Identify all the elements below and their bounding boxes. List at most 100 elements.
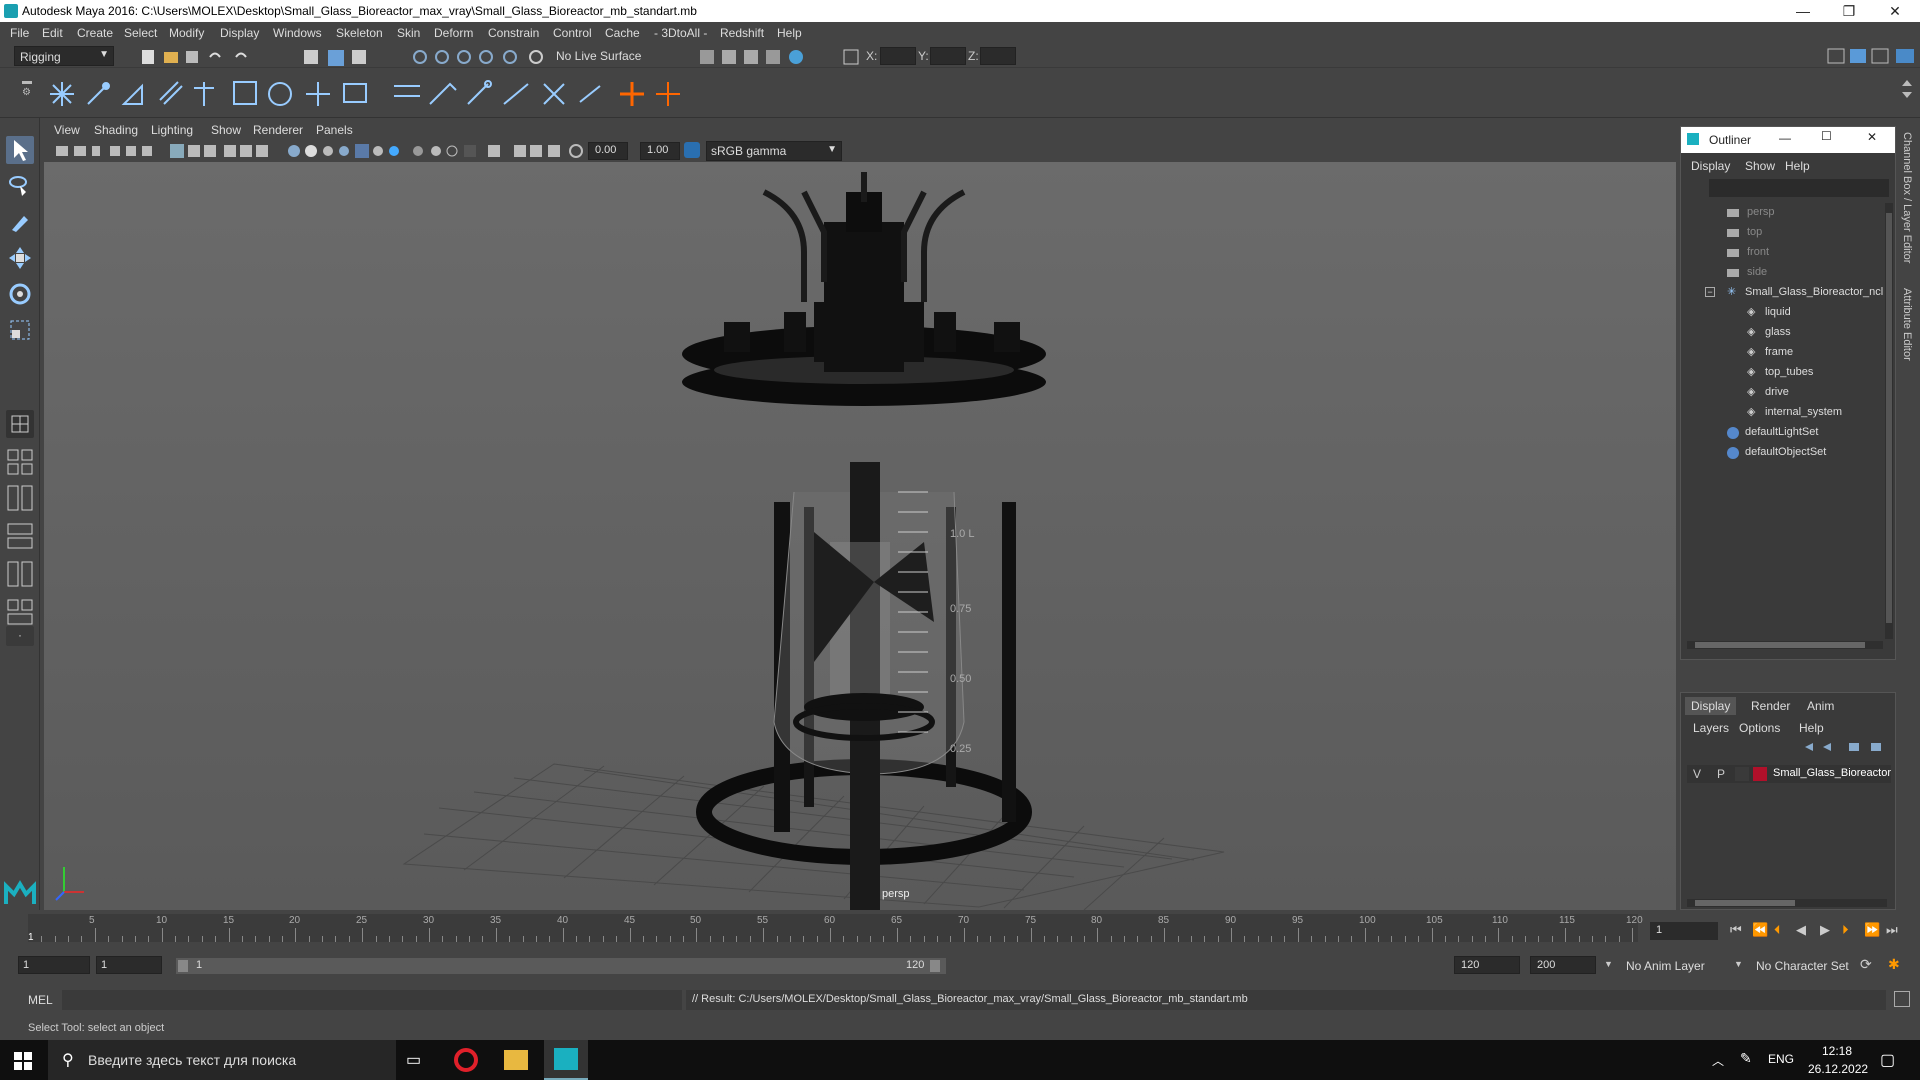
task-view-icon[interactable]: ▭ <box>406 1050 421 1070</box>
chevron-down-icon[interactable]: ▼ <box>1734 959 1743 969</box>
windows-start-icon[interactable] <box>14 1052 32 1070</box>
tab-display[interactable]: Display <box>1685 697 1737 715</box>
y-field[interactable] <box>930 47 966 65</box>
outliner-item-default-object-set[interactable]: defaultObjectSet <box>1681 443 1881 463</box>
perspective-viewport[interactable]: 1.0 L 0.75 0.50 0.25 persp <box>44 162 1676 910</box>
menu-redshift[interactable]: Redshift <box>720 26 764 40</box>
layer-visibility-toggle[interactable]: V <box>1693 767 1701 781</box>
outliner-close-button[interactable]: ✕ <box>1867 130 1877 144</box>
outliner-item-drive[interactable]: ◈ drive <box>1681 383 1881 403</box>
outliner-item-front[interactable]: front <box>1681 243 1881 263</box>
anim-layer-dropdown[interactable]: No Anim Layer <box>1626 959 1705 973</box>
last-tool-icon[interactable] <box>6 410 34 438</box>
range-end-handle[interactable] <box>930 960 940 972</box>
outliner-item-default-light-set[interactable]: defaultLightSet <box>1681 423 1881 443</box>
outliner-menu-help[interactable]: Help <box>1785 159 1810 173</box>
vp-menu-panels[interactable]: Panels <box>316 123 353 137</box>
menu-skin[interactable]: Skin <box>397 26 420 40</box>
chevron-down-icon[interactable]: ▼ <box>1604 959 1613 969</box>
outliner-menu-show[interactable]: Show <box>1745 159 1775 173</box>
z-field[interactable] <box>980 47 1016 65</box>
live-surface-label[interactable]: No Live Surface <box>556 49 641 63</box>
outliner-item-root[interactable]: − ✳ Small_Glass_Bioreactor_ncl <box>1681 283 1895 303</box>
layer-menu-layers[interactable]: Layers <box>1693 721 1729 735</box>
tab-anim[interactable]: Anim <box>1801 697 1840 715</box>
outliner-item-liquid[interactable]: ◈ liquid <box>1681 303 1881 323</box>
vp-menu-renderer[interactable]: Renderer <box>253 123 303 137</box>
step-forward-icon[interactable]: ⏩ <box>1864 922 1880 938</box>
menu-edit[interactable]: Edit <box>42 26 63 40</box>
command-input[interactable] <box>62 990 682 1010</box>
anim-start-field[interactable]: 1 <box>18 956 90 974</box>
outliner-menu-display[interactable]: Display <box>1691 159 1730 173</box>
status-toolbar-icons[interactable] <box>140 48 1220 66</box>
pen-icon[interactable]: ✎ <box>1740 1050 1752 1067</box>
layer-action-icons[interactable] <box>1801 739 1893 755</box>
outliner-item-side[interactable]: side <box>1681 263 1881 283</box>
layer-row[interactable]: V P Small_Glass_Bioreactor <box>1687 765 1891 783</box>
layer-menu-help[interactable]: Help <box>1799 721 1824 735</box>
shelf-tabs-handle[interactable]: ▬ ⚙ <box>22 76 32 112</box>
go-to-end-icon[interactable]: ⏭ <box>1886 922 1898 938</box>
menu-select[interactable]: Select <box>124 26 157 40</box>
outliner-horizontal-scrollbar[interactable] <box>1687 641 1883 649</box>
playback-start-field[interactable]: 1 <box>96 956 162 974</box>
file-explorer-icon[interactable] <box>504 1050 528 1070</box>
vp-menu-show[interactable]: Show <box>211 123 241 137</box>
tab-channel-box[interactable]: Channel Box / Layer Editor <box>1901 132 1913 263</box>
menu-create[interactable]: Create <box>77 26 113 40</box>
taskbar-search-box[interactable]: ⚲ Введите здесь текст для поиска <box>48 1040 396 1080</box>
play-forward-icon[interactable]: ▶ <box>1820 922 1830 938</box>
vp-menu-view[interactable]: View <box>54 123 80 137</box>
menu-cache[interactable]: Cache <box>605 26 640 40</box>
clock-date[interactable]: 26.12.2022 <box>1808 1062 1868 1076</box>
minimize-button[interactable]: — <box>1780 0 1826 22</box>
layer-color-swatch[interactable] <box>1753 767 1767 781</box>
menu-skeleton[interactable]: Skeleton <box>336 26 383 40</box>
current-frame-field[interactable]: 1 <box>1650 922 1718 940</box>
layer-horizontal-scrollbar[interactable] <box>1687 899 1887 907</box>
character-set-dropdown[interactable]: No Character Set <box>1756 959 1849 973</box>
move-tool-icon[interactable] <box>6 244 34 272</box>
menu-control[interactable]: Control <box>553 26 592 40</box>
outliner-vertical-scrollbar[interactable] <box>1885 203 1893 639</box>
time-slider[interactable]: 5 10 15 20 25 30 35 40 45 50 55 60 65 70 75 80 85 90 95 100… <box>0 910 1920 946</box>
shelf-scroll-icons[interactable] <box>1900 76 1914 112</box>
outliner-maximize-button[interactable]: ☐ <box>1821 129 1832 143</box>
color-space-dropdown[interactable]: sRGB gamma ▼ <box>706 141 842 161</box>
menu-modify[interactable]: Modify <box>169 26 204 40</box>
go-to-start-icon[interactable]: ⏮ <box>1730 922 1742 938</box>
script-language-label[interactable]: MEL <box>28 993 53 1007</box>
outliner-item-top[interactable]: top <box>1681 223 1881 243</box>
menu-3dtoall[interactable]: - 3DtoAll - <box>654 26 707 40</box>
close-button[interactable]: ✕ <box>1872 0 1918 22</box>
paint-select-tool-icon[interactable] <box>6 208 34 236</box>
outliner-item-frame[interactable]: ◈ frame <box>1681 343 1881 363</box>
outliner-minimize-button[interactable]: — <box>1779 131 1791 145</box>
menu-deform[interactable]: Deform <box>434 26 473 40</box>
scale-tool-icon[interactable] <box>6 316 34 344</box>
menu-display[interactable]: Display <box>220 26 259 40</box>
rigging-shelf-icons[interactable] <box>44 76 684 112</box>
x-field[interactable] <box>880 47 916 65</box>
auto-key-icon[interactable]: ⟳ <box>1860 956 1872 973</box>
menu-windows[interactable]: Windows <box>273 26 322 40</box>
vp-menu-lighting[interactable]: Lighting <box>151 123 193 137</box>
rotate-tool-icon[interactable] <box>6 280 34 308</box>
layer-menu-options[interactable]: Options <box>1739 721 1780 735</box>
opera-browser-icon[interactable] <box>454 1048 478 1072</box>
vp-menu-shading[interactable]: Shading <box>94 123 138 137</box>
workspace-toggle-icons[interactable] <box>1826 47 1918 65</box>
layout-preset-icons[interactable] <box>6 448 36 638</box>
menu-help[interactable]: Help <box>777 26 802 40</box>
layer-playback-toggle[interactable]: P <box>1717 767 1725 781</box>
restore-button[interactable]: ❐ <box>1826 0 1872 22</box>
preferences-icon[interactable]: ✱ <box>1888 956 1900 973</box>
layer-type-toggle[interactable] <box>1735 767 1749 781</box>
tab-render[interactable]: Render <box>1745 697 1796 715</box>
range-start-handle[interactable] <box>178 960 188 972</box>
tab-attribute-editor[interactable]: Attribute Editor <box>1901 288 1913 361</box>
show-hidden-icons-icon[interactable]: ︿ <box>1712 1052 1724 1069</box>
outliner-item-internal-system[interactable]: ◈ internal_system <box>1681 403 1881 423</box>
time-ruler[interactable]: 5 10 15 20 25 30 35 40 45 50 55 60 65 70 75 80 85 90 95 100… <box>28 914 1643 942</box>
